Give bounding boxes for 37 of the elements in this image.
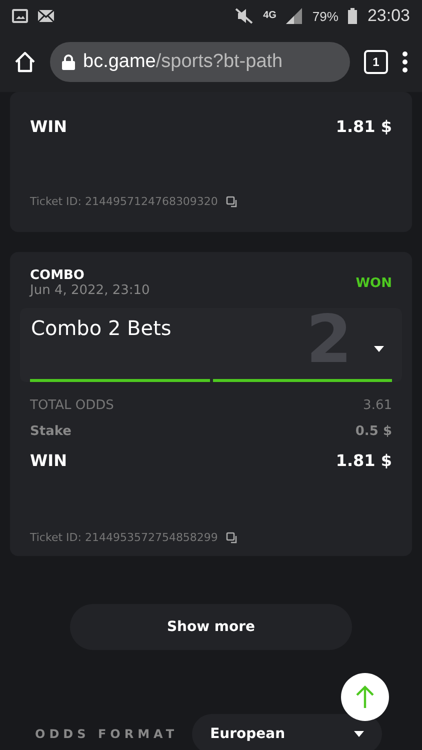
row-label: WIN — [30, 116, 67, 136]
mute-icon — [235, 8, 254, 24]
row-value: 3.61 — [363, 398, 392, 412]
signal-icon — [286, 8, 302, 24]
url-text: bc.game/sports?bt-path — [83, 51, 283, 73]
address-bar[interactable]: bc.game/sports?bt-path — [50, 42, 350, 82]
row-value: 0.5 $ — [355, 424, 392, 439]
caret-icon — [374, 346, 384, 352]
row-value: 1.81 $ — [336, 116, 392, 136]
combo-title: Combo 2 Bets — [30, 316, 172, 340]
mail-icon — [38, 10, 54, 22]
menu-icon[interactable] — [402, 51, 408, 73]
odds-format-dropdown[interactable]: European — [192, 714, 382, 750]
status-label: WON — [356, 276, 392, 290]
home-icon[interactable] — [14, 51, 36, 73]
battery-icon — [348, 8, 358, 24]
row-label: WIN — [30, 450, 67, 470]
network-type: 4G — [263, 11, 276, 21]
caret-icon — [354, 731, 364, 737]
ticket-id: Ticket ID: 2144953572754858299 — [30, 531, 218, 544]
odds-format-label: ODDS FORMAT — [35, 727, 178, 741]
show-more-button[interactable]: Show more — [70, 604, 352, 650]
lock-icon — [62, 54, 75, 70]
copy-icon[interactable] — [226, 196, 238, 208]
row-label: TOTAL ODDS — [30, 398, 114, 412]
arrow-up-icon — [355, 685, 375, 709]
ticket-id: Ticket ID: 2144957124768309320 — [30, 195, 218, 208]
gallery-icon — [12, 9, 28, 23]
battery-level: 79% — [312, 8, 338, 24]
row-label: Stake — [30, 424, 72, 439]
bet-type: COMBO — [30, 268, 86, 283]
scroll-top-button[interactable] — [341, 673, 389, 721]
bet-date: Jun 4, 2022, 23:10 — [30, 283, 150, 298]
tab-count-button[interactable]: 1 — [364, 50, 388, 74]
row-value: 1.81 $ — [336, 450, 392, 470]
copy-icon[interactable] — [226, 532, 238, 544]
clock: 23:03 — [367, 6, 410, 26]
